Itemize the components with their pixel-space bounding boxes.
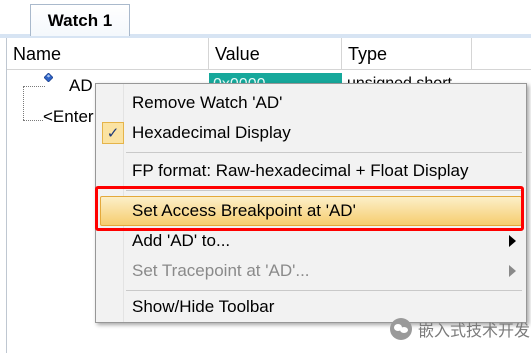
menu-separator: [126, 290, 522, 291]
wechat-icon: [390, 318, 412, 340]
watermark: 嵌入式技术开发: [390, 315, 530, 343]
menu-item-label: FP format: Raw-hexadecimal + Float Displ…: [132, 161, 469, 180]
menu-item-label: Add 'AD' to...: [132, 231, 231, 250]
submenu-arrow-icon: [509, 235, 516, 247]
menu-item-fp-format[interactable]: FP format: Raw-hexadecimal + Float Displ…: [98, 156, 524, 186]
menu-separator: [126, 152, 522, 153]
watch-variable-name[interactable]: AD: [69, 76, 93, 96]
variable-icon: [44, 73, 53, 82]
tab-strip: Watch 1: [0, 0, 531, 38]
checkmark-icon: ✓: [102, 122, 124, 144]
menu-item-label: Remove Watch 'AD': [132, 93, 283, 112]
menu-item-remove-watch[interactable]: Remove Watch 'AD': [98, 88, 524, 118]
menu-item-label: Set Tracepoint at 'AD'...: [132, 261, 310, 280]
submenu-arrow-icon: [509, 265, 516, 277]
column-header-value[interactable]: Value: [209, 38, 342, 70]
menu-item-set-tracepoint: Set Tracepoint at 'AD'...: [98, 256, 524, 286]
column-header-name[interactable]: Name: [7, 38, 209, 70]
annotation-highlight-box: [95, 186, 524, 231]
column-header-row: Name Value Type: [7, 38, 531, 70]
menu-item-label: Hexadecimal Display: [132, 123, 291, 142]
menu-item-hexadecimal-display[interactable]: ✓ Hexadecimal Display: [98, 118, 524, 148]
column-header-type[interactable]: Type: [342, 38, 472, 70]
tab-watch-1[interactable]: Watch 1: [30, 4, 130, 36]
watermark-text: 嵌入式技术开发: [418, 321, 531, 340]
menu-item-label: Show/Hide Toolbar: [132, 297, 275, 316]
